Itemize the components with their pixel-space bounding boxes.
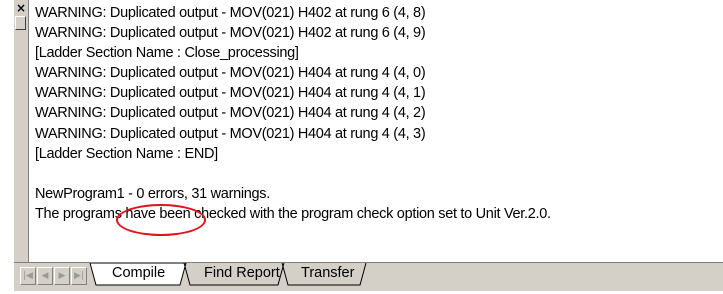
output-tab-bar: |◀ ◀ ▶ ▶| Compile Find Report Transfer (14, 262, 723, 291)
log-line: [Ladder Section Name : END] (35, 145, 218, 162)
log-line: WARNING: Duplicated output - MOV(021) H4… (35, 5, 426, 21)
left-scroll-strip[interactable] (14, 0, 29, 262)
close-icon[interactable]: × (15, 2, 27, 14)
log-line: WARNING: Duplicated output - MOV(021) H4… (35, 25, 426, 42)
log-line: [Ladder Section Name : Close_processing] (35, 45, 299, 62)
highlight-circle (116, 204, 206, 236)
split-handle[interactable] (15, 16, 26, 30)
log-line: WARNING: Duplicated output - MOV(021) H4… (35, 85, 426, 102)
log-blank-line (35, 164, 721, 184)
log-line: WARNING: Duplicated output - MOV(021) H4… (35, 125, 426, 142)
tab-find-report[interactable]: Find Report (194, 263, 290, 285)
log-line: WARNING: Duplicated output - MOV(021) H4… (35, 105, 426, 122)
output-window: × WARNING: Duplicated output - MOV(021) … (0, 0, 723, 294)
log-line: WARNING: Duplicated output - MOV(021) H4… (35, 65, 426, 82)
output-log: WARNING: Duplicated output - MOV(021) H4… (35, 3, 721, 224)
log-summary-line: NewProgram1 - 0 errors, 31 warnings. (35, 185, 270, 202)
tab-compile[interactable]: Compile (102, 263, 175, 285)
tab-transfer[interactable]: Transfer (291, 263, 364, 285)
